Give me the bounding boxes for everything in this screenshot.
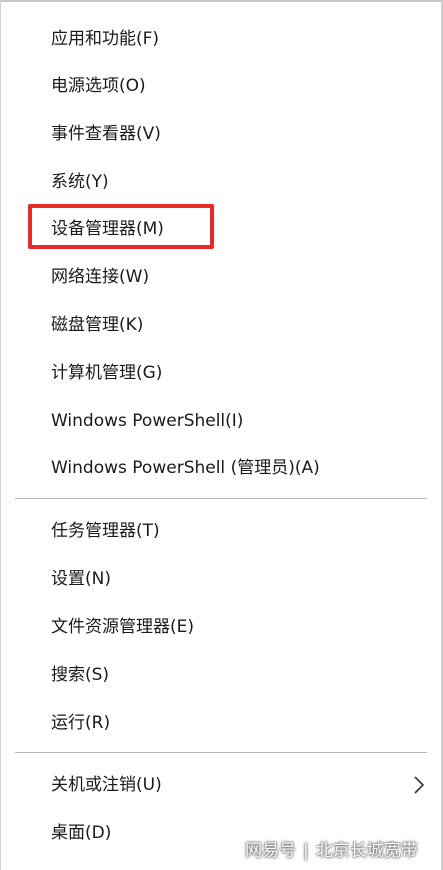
- menu-item-file-explorer[interactable]: 文件资源管理器(E): [51, 609, 194, 645]
- watermark-source: 网易号: [245, 841, 296, 861]
- highlight-box: [28, 204, 214, 249]
- watermark-author: 北京长城宽带: [315, 841, 418, 861]
- winx-context-menu: 应用和功能(F) 电源选项(O) 事件查看器(V) 系统(Y) 设备管理器(M)…: [0, 0, 443, 870]
- menu-left-border: [0, 0, 1, 870]
- menu-item-run[interactable]: 运行(R): [51, 705, 110, 741]
- menu-item-windows-powershell-admin[interactable]: Windows PowerShell (管理员)(A): [51, 450, 320, 486]
- menu-item-disk-management[interactable]: 磁盘管理(K): [51, 307, 143, 343]
- watermark-separator: |: [303, 841, 309, 861]
- menu-item-search[interactable]: 搜索(S): [51, 657, 109, 693]
- menu-separator: [15, 498, 427, 499]
- menu-item-shutdown-or-sign-out[interactable]: 关机或注销(U): [51, 767, 162, 803]
- menu-top-border: [0, 0, 443, 2]
- menu-item-task-manager[interactable]: 任务管理器(T): [51, 513, 160, 549]
- menu-item-settings[interactable]: 设置(N): [51, 561, 111, 597]
- menu-item-network-connections[interactable]: 网络连接(W): [51, 259, 149, 295]
- menu-item-computer-management[interactable]: 计算机管理(G): [51, 355, 162, 391]
- menu-item-apps-and-features[interactable]: 应用和功能(F): [51, 21, 159, 57]
- menu-item-windows-powershell[interactable]: Windows PowerShell(I): [51, 403, 243, 439]
- menu-item-desktop[interactable]: 桌面(D): [51, 815, 111, 851]
- menu-separator: [15, 752, 427, 753]
- watermark: 网易号 | 北京长城宽带: [245, 838, 418, 864]
- menu-item-power-options[interactable]: 电源选项(O): [51, 68, 146, 104]
- menu-item-system[interactable]: 系统(Y): [51, 164, 109, 200]
- menu-item-event-viewer[interactable]: 事件查看器(V): [51, 116, 161, 152]
- chevron-right-icon[interactable]: [409, 774, 429, 796]
